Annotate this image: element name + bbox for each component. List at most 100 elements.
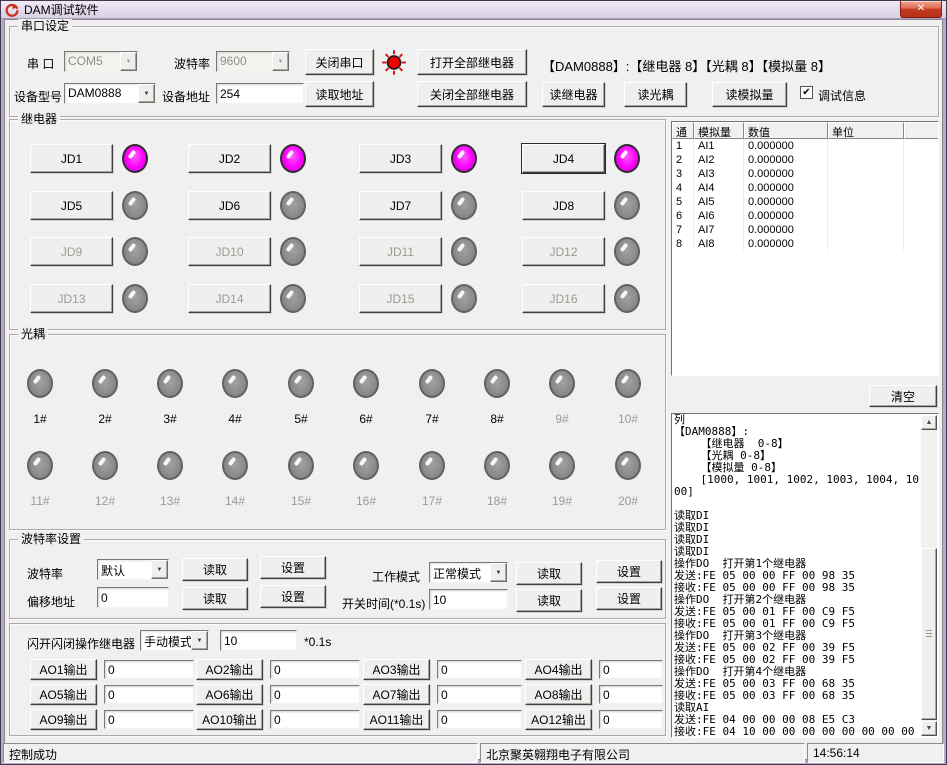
close-port-button[interactable]: 关闭串口 bbox=[305, 49, 374, 75]
device-address-input[interactable] bbox=[216, 83, 304, 104]
ao10-output-input[interactable] bbox=[270, 710, 360, 729]
relay-button-jd3[interactable]: JD3 bbox=[359, 144, 442, 173]
ao6-output-button[interactable]: AO6输出 bbox=[196, 684, 263, 705]
opto-label-3: 3# bbox=[143, 412, 197, 426]
flash-mode-select[interactable]: 手动模式 ▼ bbox=[140, 630, 209, 651]
titlebar[interactable]: DAM调试软件 ✕ bbox=[1, 1, 946, 19]
ao2-output-button[interactable]: AO2输出 bbox=[196, 659, 263, 680]
read-relays-button[interactable]: 读继电器 bbox=[542, 82, 605, 107]
offset-read-button[interactable]: 读取 bbox=[182, 587, 248, 610]
chevron-down-icon[interactable]: ▼ bbox=[191, 631, 208, 650]
ao12-output-input[interactable] bbox=[599, 710, 663, 729]
relay-button-jd5[interactable]: JD5 bbox=[30, 191, 113, 220]
opto-lamp-12 bbox=[92, 451, 118, 480]
ao4-output-input[interactable] bbox=[599, 660, 663, 679]
column-header-unit[interactable]: 单位 bbox=[828, 122, 904, 139]
read-opto-button[interactable]: 读光耦 bbox=[624, 82, 687, 107]
model-select[interactable]: DAM0888 ▼ bbox=[64, 83, 156, 104]
relay-button-jd16[interactable]: JD16 bbox=[522, 284, 605, 313]
ao12-output-button[interactable]: AO12输出 bbox=[525, 709, 592, 730]
ao1-output-input[interactable] bbox=[104, 660, 194, 679]
chevron-down-icon[interactable]: ▼ bbox=[272, 52, 289, 71]
relay-button-jd9[interactable]: JD9 bbox=[30, 237, 113, 266]
relay-button-jd4[interactable]: JD4 bbox=[522, 144, 605, 173]
column-header-analog[interactable]: 模拟量 bbox=[694, 122, 744, 139]
relay-button-jd12[interactable]: JD12 bbox=[522, 237, 605, 266]
chevron-down-icon[interactable]: ▼ bbox=[151, 560, 168, 579]
ao9-output-input[interactable] bbox=[104, 710, 194, 729]
ao10-output-button[interactable]: AO10输出 bbox=[196, 709, 263, 730]
baud-set-button[interactable]: 设置 bbox=[260, 556, 326, 579]
work-mode-set-button[interactable]: 设置 bbox=[596, 560, 662, 583]
opto-lamp-18 bbox=[484, 451, 510, 480]
baud-read-button[interactable]: 读取 bbox=[182, 558, 248, 581]
relay-button-jd14[interactable]: JD14 bbox=[188, 284, 271, 313]
work-mode-select[interactable]: 正常模式 ▼ bbox=[429, 562, 508, 583]
relay-button-jd1[interactable]: JD1 bbox=[30, 144, 113, 173]
opto-label-19: 19# bbox=[535, 494, 589, 508]
chevron-down-icon[interactable]: ▼ bbox=[120, 52, 137, 71]
ao1-output-button[interactable]: AO1输出 bbox=[30, 659, 97, 680]
ao6-output-input[interactable] bbox=[270, 685, 360, 704]
debug-log-text[interactable]: 列 【DAM0888】: 【继电器 0-8】 【光耦 0-8】 【模拟量 0-8… bbox=[674, 414, 920, 737]
ao8-output-input[interactable] bbox=[599, 685, 663, 704]
ao5-output-button[interactable]: AO5输出 bbox=[30, 684, 97, 705]
scroll-down-icon[interactable]: ▼ bbox=[921, 721, 937, 736]
ao5-output-input[interactable] bbox=[104, 685, 194, 704]
column-header-channel[interactable]: 通 bbox=[672, 122, 694, 139]
ao8-output-button[interactable]: AO8输出 bbox=[525, 684, 592, 705]
debug-info-checkbox[interactable]: ✔ bbox=[800, 86, 813, 99]
column-header-value[interactable]: 数值 bbox=[744, 122, 828, 139]
flash-time-input[interactable] bbox=[220, 630, 297, 651]
switch-time-read-button[interactable]: 读取 bbox=[516, 589, 582, 612]
scrollbar-thumb[interactable] bbox=[921, 548, 937, 720]
scroll-up-icon[interactable]: ▲ bbox=[921, 415, 937, 430]
table-row: 6AI60.000000 bbox=[672, 209, 938, 223]
relay-button-jd6[interactable]: JD6 bbox=[188, 191, 271, 220]
offset-set-button[interactable]: 设置 bbox=[260, 585, 326, 608]
read-address-button[interactable]: 读取地址 bbox=[305, 81, 374, 107]
serial-settings-group: 串口设定 串 口 COM5 ▼ 波特率 9600 ▼ 关闭串口 打开全部继电器 bbox=[9, 26, 939, 117]
opto-lamp-6 bbox=[353, 369, 379, 398]
opto-lamp-9 bbox=[549, 369, 575, 398]
ao11-output-button[interactable]: AO11输出 bbox=[363, 709, 430, 730]
relay-button-jd10[interactable]: JD10 bbox=[188, 237, 271, 266]
log-scrollbar[interactable]: ▲ ▼ bbox=[921, 415, 937, 736]
relay-button-jd7[interactable]: JD7 bbox=[359, 191, 442, 220]
check-icon: ✔ bbox=[802, 87, 810, 98]
relay-button-jd15[interactable]: JD15 bbox=[359, 284, 442, 313]
baud-setting-select[interactable]: 默认 ▼ bbox=[97, 559, 169, 580]
close-all-relays-button[interactable]: 关闭全部继电器 bbox=[417, 81, 527, 107]
relay-button-jd11[interactable]: JD11 bbox=[359, 237, 442, 266]
opto-label-6: 6# bbox=[339, 412, 393, 426]
opto-lamp-20 bbox=[615, 451, 641, 480]
switch-time-input[interactable] bbox=[429, 589, 508, 610]
relay-lamp-jd8 bbox=[614, 191, 640, 220]
ao3-output-input[interactable] bbox=[437, 660, 522, 679]
relay-button-jd13[interactable]: JD13 bbox=[30, 284, 113, 313]
analog-table[interactable]: 通 模拟量 数值 单位 1AI10.000000 2AI20.000000 3A… bbox=[671, 121, 939, 376]
debug-log-panel[interactable]: 列 【DAM0888】: 【继电器 0-8】 【光耦 0-8】 【模拟量 0-8… bbox=[671, 413, 939, 738]
ao9-output-button[interactable]: AO9输出 bbox=[30, 709, 97, 730]
ao2-output-input[interactable] bbox=[270, 660, 360, 679]
chevron-down-icon[interactable]: ▼ bbox=[138, 84, 155, 103]
ao7-output-input[interactable] bbox=[437, 685, 522, 704]
relay-button-jd2[interactable]: JD2 bbox=[188, 144, 271, 173]
close-button[interactable]: ✕ bbox=[900, 1, 942, 18]
ao3-output-button[interactable]: AO3输出 bbox=[363, 659, 430, 680]
clear-log-button[interactable]: 清空 bbox=[869, 385, 937, 407]
port-open-led-icon bbox=[381, 50, 407, 78]
ao11-output-input[interactable] bbox=[437, 710, 522, 729]
relay-button-jd8[interactable]: JD8 bbox=[522, 191, 605, 220]
baud-select[interactable]: 9600 ▼ bbox=[216, 51, 290, 72]
ao7-output-button[interactable]: AO7输出 bbox=[363, 684, 430, 705]
baud-setting-value: 默认 bbox=[98, 560, 151, 579]
switch-time-set-button[interactable]: 设置 bbox=[596, 587, 662, 610]
read-analog-button[interactable]: 读模拟量 bbox=[712, 82, 787, 107]
port-select[interactable]: COM5 ▼ bbox=[64, 51, 138, 72]
open-all-relays-button[interactable]: 打开全部继电器 bbox=[417, 49, 527, 75]
offset-address-input[interactable] bbox=[97, 587, 169, 608]
chevron-down-icon[interactable]: ▼ bbox=[490, 563, 507, 582]
ao4-output-button[interactable]: AO4输出 bbox=[525, 659, 592, 680]
work-mode-read-button[interactable]: 读取 bbox=[516, 562, 582, 585]
